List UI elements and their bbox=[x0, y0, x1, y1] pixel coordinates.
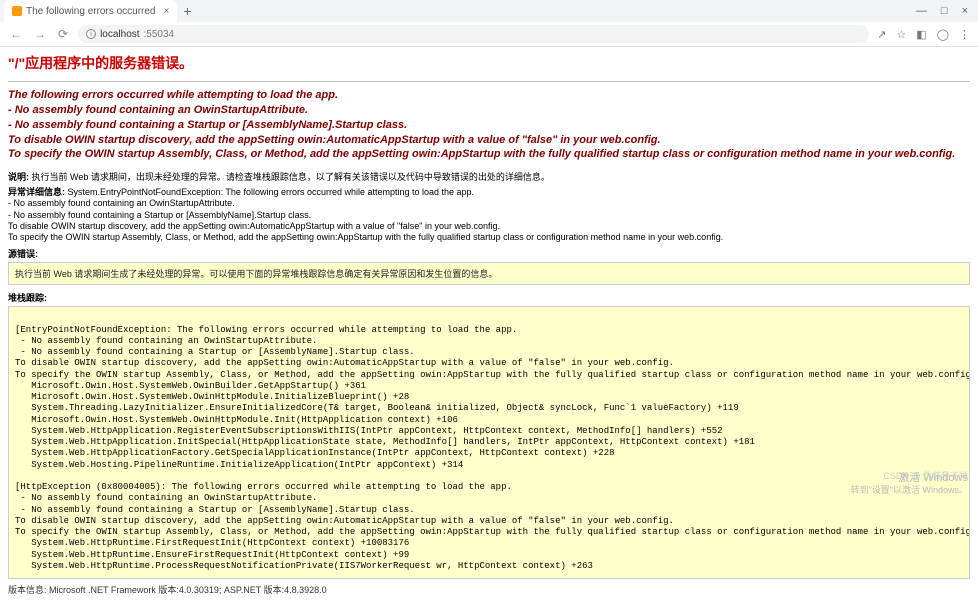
source-error-box: 执行当前 Web 请求期间生成了未经处理的异常。可以使用下面的异常堆栈跟踪信息确… bbox=[8, 262, 970, 285]
reload-icon[interactable]: ⟳ bbox=[56, 27, 70, 41]
err-line: To disable OWIN startup discovery, add t… bbox=[8, 133, 970, 148]
tab-favicon bbox=[12, 6, 22, 16]
err-line: - No assembly found containing an OwinSt… bbox=[8, 103, 970, 118]
site-info-icon[interactable]: i bbox=[86, 29, 96, 39]
menu-icon[interactable]: ⋮ bbox=[959, 28, 970, 41]
source-error-label: 源错误: bbox=[8, 247, 970, 260]
tab-title: The following errors occurred bbox=[26, 6, 156, 17]
url-port: :55034 bbox=[144, 29, 175, 40]
browser-tab[interactable]: The following errors occurred × bbox=[4, 0, 177, 22]
description: 说明: 执行当前 Web 请求期间，出现未经处理的异常。请检查堆栈跟踪信息，以了… bbox=[8, 170, 970, 183]
close-icon[interactable]: × bbox=[164, 6, 170, 17]
exception-details: 异常详细信息: System.EntryPointNotFoundExcepti… bbox=[8, 187, 970, 243]
watermark-line1: 激活 Windows bbox=[851, 472, 968, 485]
err-line: The following errors occurred while atte… bbox=[8, 88, 970, 103]
desc-label: 说明: bbox=[8, 172, 29, 182]
exc-label: 异常详细信息: bbox=[8, 187, 65, 197]
maximize-icon[interactable]: □ bbox=[941, 5, 948, 17]
stack-trace-label: 堆栈跟踪: bbox=[8, 291, 970, 304]
window-controls: — □ × bbox=[916, 5, 978, 17]
address-bar: ← → ⟳ i localhost :55034 ↗ ☆ ◧ ◯ ⋮ bbox=[0, 22, 978, 46]
new-tab-button[interactable]: + bbox=[177, 3, 197, 19]
back-icon[interactable]: ← bbox=[8, 27, 24, 41]
desc-text: 执行当前 Web 请求期间，出现未经处理的异常。请检查堆栈跟踪信息，以了解有关该… bbox=[32, 172, 550, 182]
exc-text: System.EntryPointNotFoundException: The … bbox=[8, 187, 723, 242]
watermark-line2: 转到"设置"以激活 Windows。 bbox=[851, 485, 968, 496]
share-icon[interactable]: ↗ bbox=[877, 28, 886, 41]
windows-watermark: 激活 Windows 转到"设置"以激活 Windows。 bbox=[851, 472, 968, 496]
profile-icon[interactable]: ◯ bbox=[937, 28, 949, 41]
err-line: - No assembly found containing a Startup… bbox=[8, 118, 970, 133]
error-message: The following errors occurred while atte… bbox=[8, 88, 970, 162]
star-icon[interactable]: ☆ bbox=[896, 28, 906, 41]
url-input[interactable]: i localhost :55034 bbox=[78, 25, 869, 43]
browser-chrome: The following errors occurred × + — □ × … bbox=[0, 0, 978, 47]
version-info: 版本信息: Microsoft .NET Framework 版本:4.0.30… bbox=[8, 583, 970, 596]
err-line: To specify the OWIN startup Assembly, Cl… bbox=[8, 147, 970, 162]
toolbar-icons: ↗ ☆ ◧ ◯ ⋮ bbox=[877, 28, 970, 41]
error-page: "/"应用程序中的服务器错误。 The following errors occ… bbox=[0, 47, 978, 602]
url-host: localhost bbox=[100, 29, 139, 40]
close-window-icon[interactable]: × bbox=[962, 5, 968, 17]
extension-icon[interactable]: ◧ bbox=[916, 28, 926, 41]
tab-bar: The following errors occurred × + — □ × bbox=[0, 0, 978, 22]
minimize-icon[interactable]: — bbox=[916, 5, 927, 17]
stack-trace-box: [EntryPointNotFoundException: The follow… bbox=[8, 306, 970, 579]
forward-icon[interactable]: → bbox=[32, 27, 48, 41]
page-title: "/"应用程序中的服务器错误。 bbox=[8, 53, 970, 73]
